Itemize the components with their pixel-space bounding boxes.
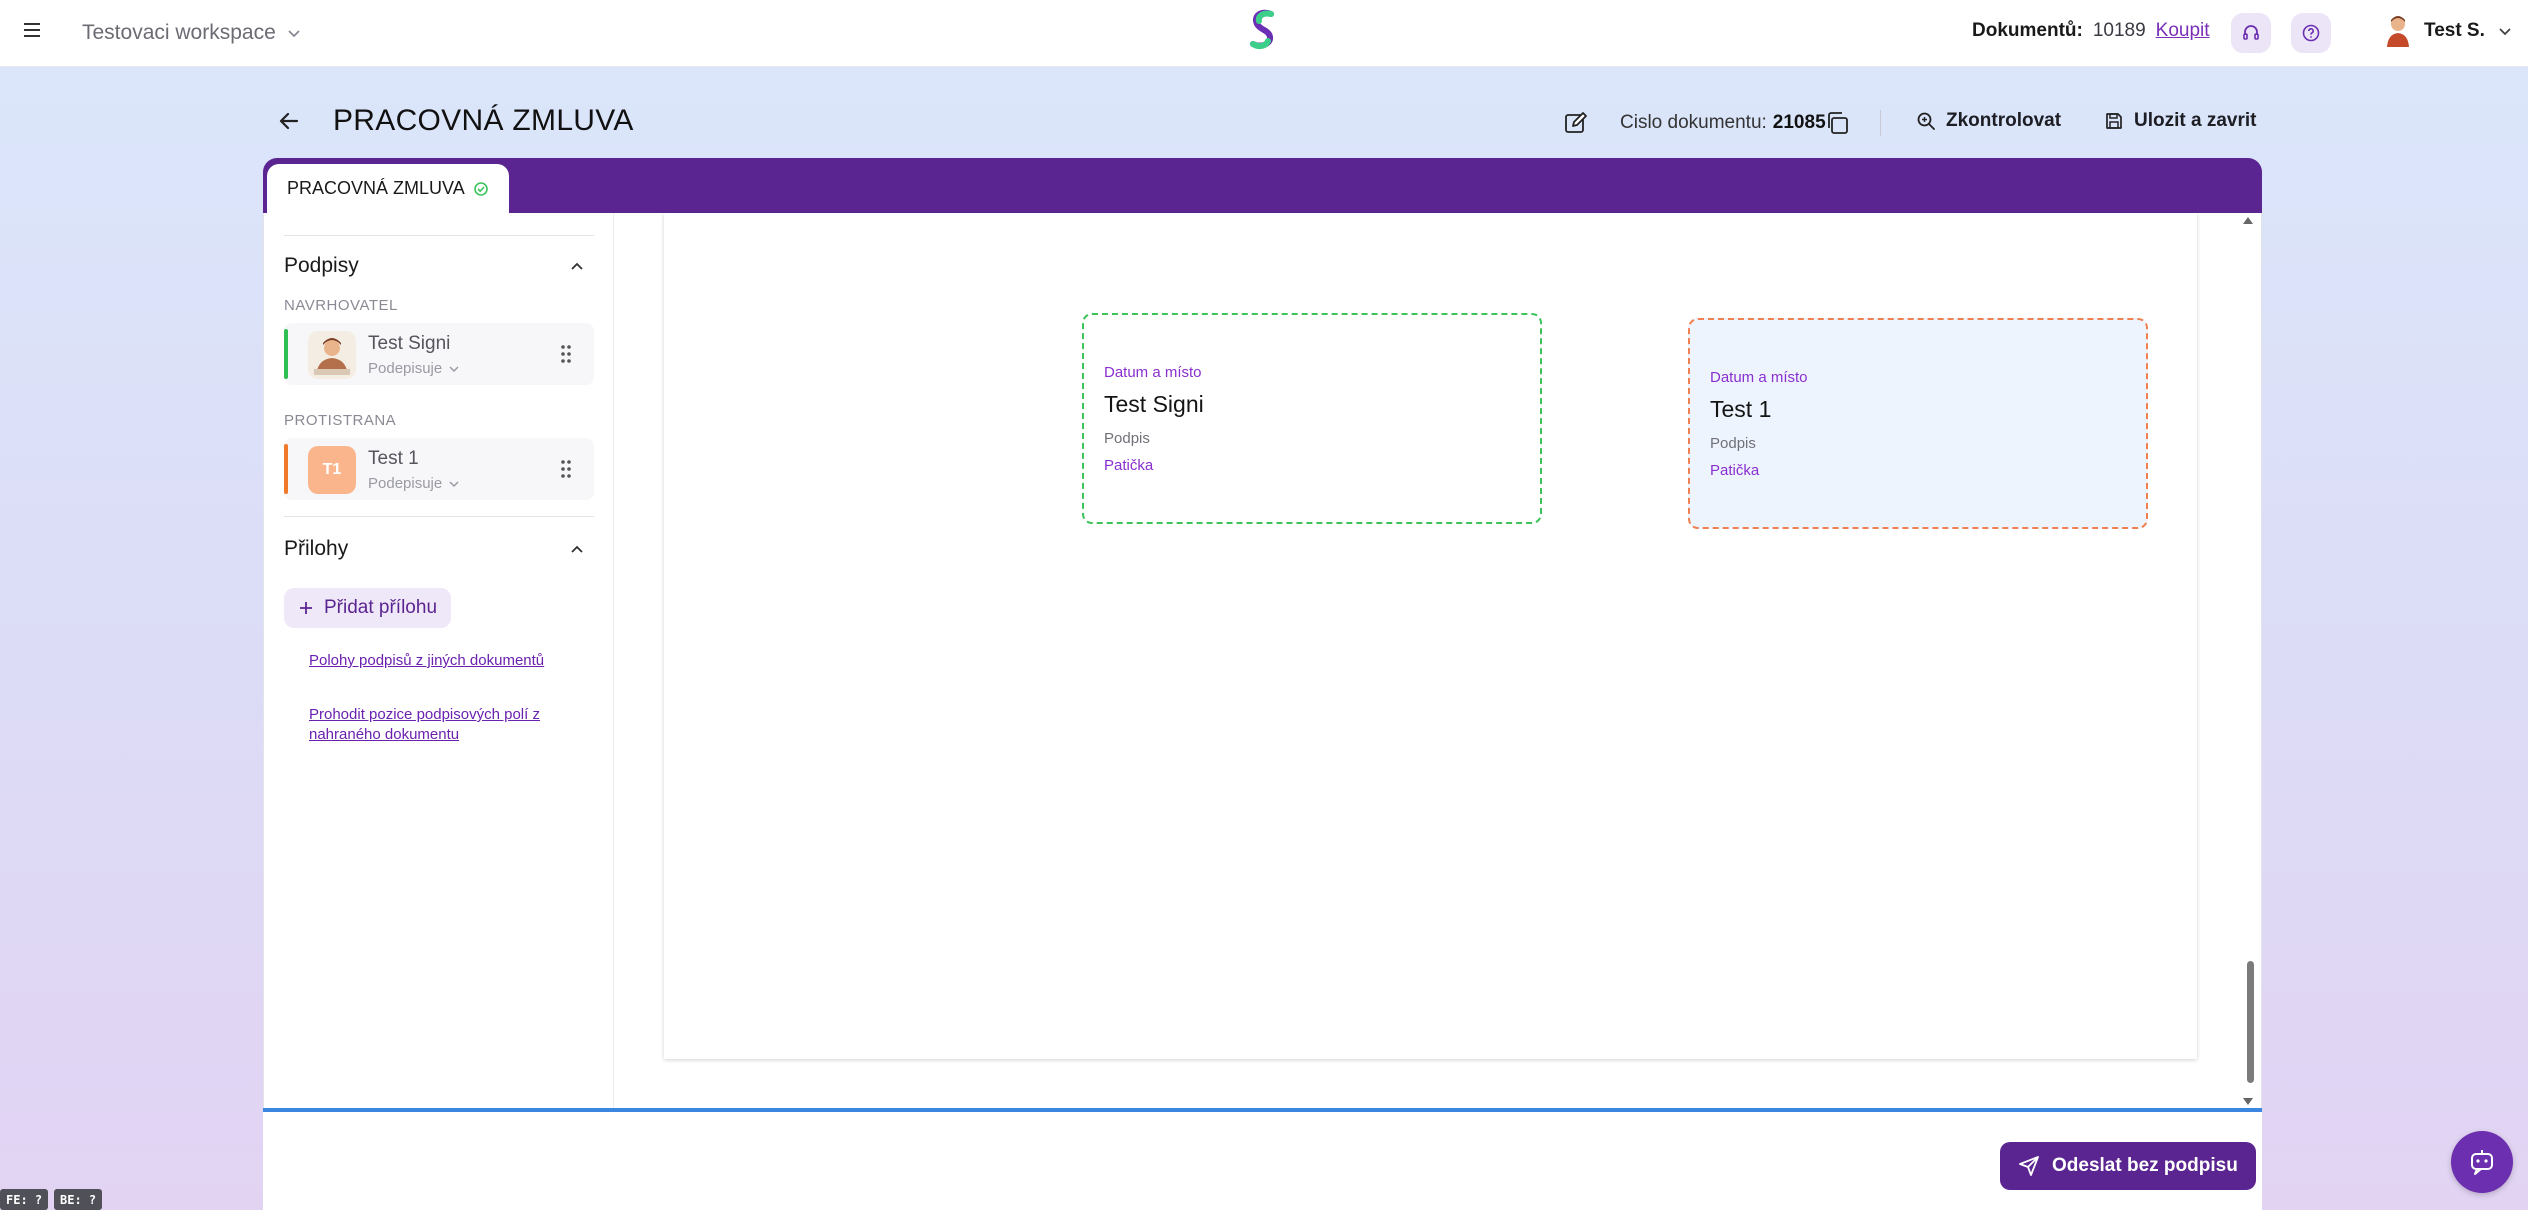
signer-card-counterparty[interactable]: T1 Test 1 Podepisuje	[284, 438, 594, 500]
scroll-down-arrow[interactable]	[2243, 1098, 2253, 1105]
copy-icon[interactable]	[1824, 110, 1850, 136]
signer-initials-avatar: T1	[308, 446, 356, 494]
workspace-name: Testovaci workspace	[82, 21, 276, 44]
chevron-up-icon[interactable]	[568, 541, 586, 559]
signatures-section-title: Podpisy	[284, 254, 359, 277]
action-footer: Odeslat bez podpisu	[263, 1112, 2262, 1210]
documents-label: Dokumentů:	[1972, 20, 2083, 41]
signer-role-dropdown[interactable]: Podepisuje	[368, 475, 460, 492]
app-logo[interactable]	[1245, 8, 1281, 54]
scrollbar-thumb[interactable]	[2247, 961, 2254, 1083]
page-title: PRACOVNÁ ZMLUVA	[333, 104, 634, 137]
fe-version-badge: FE: ?	[0, 1189, 49, 1210]
zoom-search-icon	[1917, 112, 1935, 130]
signature-field-name: Test Signi	[1104, 391, 1204, 417]
counterparty-label: PROTISTRANA	[284, 412, 397, 429]
documents-count: 10189	[2092, 20, 2146, 41]
document-number-label: Cislo dokumentu:	[1620, 112, 1767, 133]
document-page: Datum a místo Test Signi Podpis Patička …	[664, 213, 2197, 1059]
chevron-down-icon	[2499, 28, 2511, 36]
signer-status: Podepisuje	[368, 475, 443, 492]
documents-counter: Dokumentů: 10189 Koupit	[1972, 20, 2210, 42]
user-name: Test S.	[2424, 20, 2485, 41]
help-button[interactable]	[2291, 13, 2331, 53]
signer-avatar	[308, 331, 356, 379]
document-number-value: 21085	[1772, 112, 1826, 133]
chat-button[interactable]	[2451, 1131, 2513, 1193]
user-avatar	[2387, 16, 2409, 47]
buy-link[interactable]: Koupit	[2156, 20, 2210, 42]
proposer-label: NAVRHOVATEL	[284, 297, 398, 314]
send-icon	[2019, 1156, 2039, 1176]
send-label: Odeslat bez podpisu	[2052, 1155, 2238, 1176]
workspace-selector[interactable]: Testovaci workspace	[82, 18, 302, 48]
plus-icon	[300, 602, 312, 614]
add-attachment-button[interactable]: Přidat přílohu	[284, 588, 452, 628]
sidebar: Podpisy NAVRHOVATEL Test Signi Podepisuj…	[264, 213, 614, 1110]
signature-positions-link[interactable]: Polohy podpisů z jiných dokumentů	[309, 651, 589, 671]
tab-label: PRACOVNÁ ZMLUVA	[287, 178, 465, 198]
save-and-close-label: Ulozit a zavrit	[2134, 110, 2257, 131]
chevron-up-icon[interactable]	[568, 258, 586, 276]
date-place-label: Datum a místo	[1104, 364, 1202, 381]
top-bar: Testovaci workspace Dokumentů: 10189 Kou…	[0, 0, 2528, 67]
signer-color-bar	[284, 444, 288, 494]
chatbot-icon	[2471, 1150, 2493, 1175]
attachments-section-title: Přilohy	[284, 537, 349, 560]
signer-card-proposer[interactable]: Test Signi Podepisuje	[284, 323, 594, 385]
back-arrow-icon[interactable]	[276, 108, 302, 134]
chevron-down-icon	[288, 30, 300, 38]
drag-handle-icon[interactable]	[559, 458, 573, 480]
signature-label: Podpis	[1710, 435, 1756, 452]
check-circle-icon	[473, 181, 488, 196]
menu-icon[interactable]	[22, 20, 44, 40]
check-label: Zkontrolovat	[1946, 110, 2062, 131]
edit-icon[interactable]	[1563, 110, 1589, 136]
save-and-close-button[interactable]: Ulozit a zavrit	[2104, 110, 2256, 132]
header-separator	[1880, 110, 1881, 136]
footer-label: Patička	[1710, 462, 1760, 479]
chevron-down-icon	[449, 480, 459, 487]
tab-document[interactable]: PRACOVNÁ ZMLUVA	[267, 164, 509, 213]
check-button[interactable]: Zkontrolovat	[1916, 110, 2061, 132]
send-without-signature-button[interactable]: Odeslat bez podpisu	[2000, 1142, 2256, 1190]
swap-signature-fields-link[interactable]: Prohodit pozice podpisových polí z nahra…	[309, 705, 589, 745]
chevron-down-icon	[449, 365, 459, 372]
document-viewer: Datum a místo Test Signi Podpis Patička …	[614, 213, 2263, 1110]
document-tab-bar: PRACOVNÁ ZMLUVA	[263, 158, 2262, 213]
support-button[interactable]	[2231, 13, 2271, 53]
save-icon	[2106, 113, 2122, 129]
editor-panel: Podpisy NAVRHOVATEL Test Signi Podepisuj…	[263, 213, 2262, 1110]
add-attachment-label: Přidat přílohu	[324, 597, 438, 618]
signature-field-proposer[interactable]: Datum a místo Test Signi Podpis Patička	[1082, 313, 1542, 524]
drag-handle-icon[interactable]	[559, 343, 573, 365]
user-menu[interactable]: Test S.	[2384, 14, 2513, 48]
signer-name: Test 1	[368, 448, 419, 469]
headset-icon	[2243, 25, 2259, 40]
sidebar-divider	[284, 516, 594, 517]
help-icon	[2302, 24, 2320, 42]
signer-name: Test Signi	[368, 333, 451, 354]
date-place-label: Datum a místo	[1710, 369, 1808, 386]
signature-field-name: Test 1	[1710, 396, 1772, 422]
be-version-badge: BE: ?	[54, 1189, 103, 1210]
signature-label: Podpis	[1104, 430, 1150, 447]
signer-color-bar	[284, 329, 288, 379]
footer-label: Patička	[1104, 457, 1154, 474]
sidebar-divider	[284, 235, 594, 236]
signature-field-counterparty[interactable]: Datum a místo Test 1 Podpis Patička	[1688, 318, 2148, 529]
document-number: Cislo dokumentu: 21085	[1620, 112, 1826, 134]
scroll-up-arrow[interactable]	[2243, 217, 2253, 224]
signer-role-dropdown[interactable]: Podepisuje	[368, 360, 460, 377]
signer-initials: T1	[322, 461, 342, 478]
signer-status: Podepisuje	[368, 360, 443, 377]
